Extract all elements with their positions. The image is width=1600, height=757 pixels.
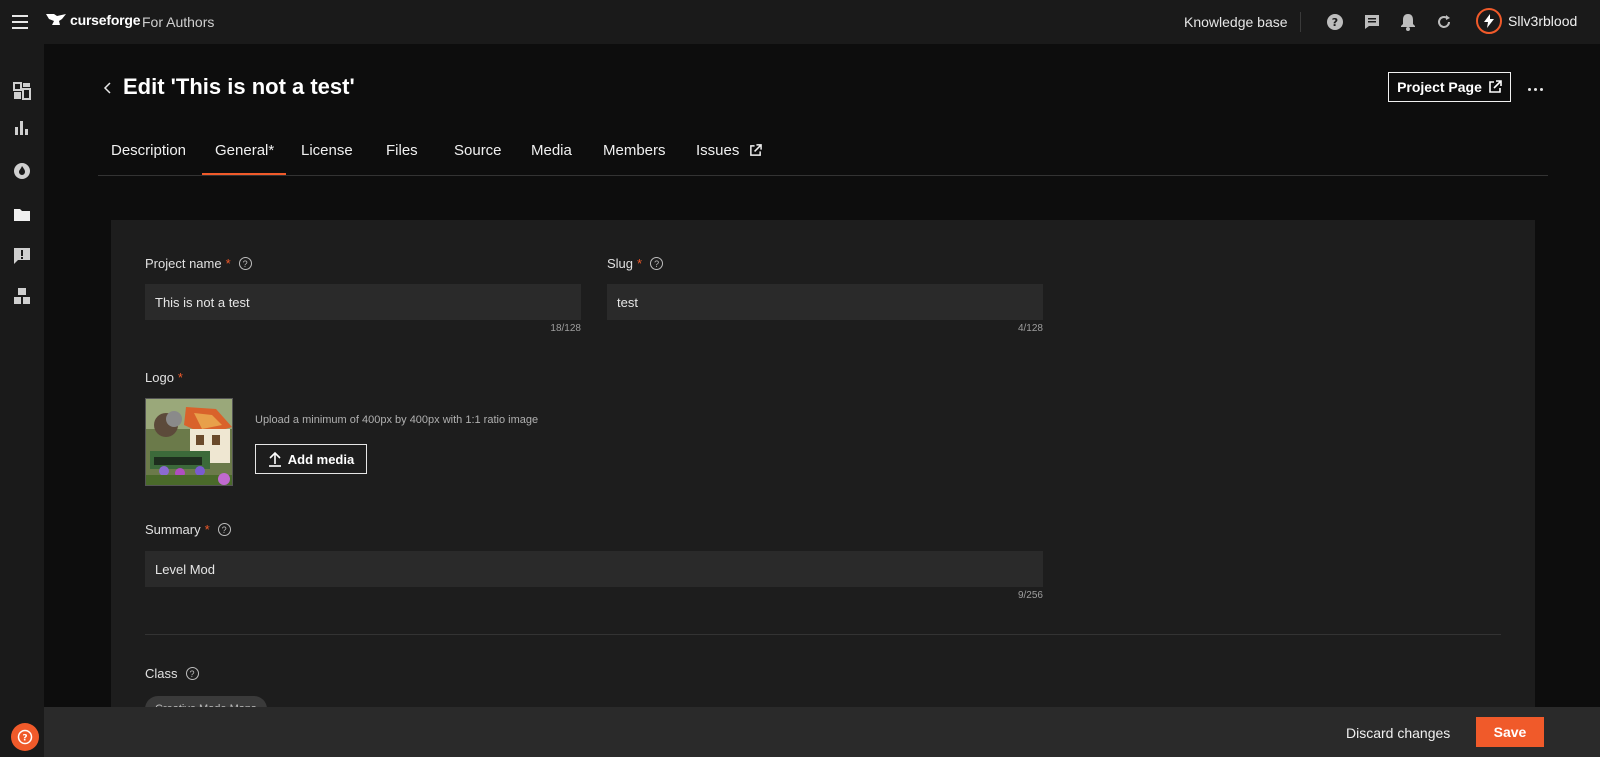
curseforge-logo-icon — [46, 14, 66, 25]
required-marker: * — [177, 370, 183, 385]
help-fab[interactable]: ? — [11, 723, 39, 751]
summary-label-text: Summary — [145, 522, 201, 537]
required-marker: * — [204, 522, 210, 537]
tab-license[interactable]: License — [301, 142, 353, 159]
logo-label-text: Logo — [145, 370, 174, 385]
summary-label: Summary * ? — [145, 522, 231, 537]
class-label-text: Class — [145, 666, 178, 681]
report-icon[interactable] — [12, 246, 32, 266]
blocks-icon[interactable] — [12, 286, 32, 306]
slug-label: Slug * ? — [607, 256, 664, 271]
slug-input[interactable] — [607, 284, 1043, 320]
chevron-left-icon — [103, 82, 111, 94]
tab-bar: Description General* License Files Sourc… — [98, 128, 1548, 176]
project-name-input[interactable] — [145, 284, 581, 320]
brand-subtitle: For Authors — [142, 14, 215, 30]
logo-image[interactable] — [145, 398, 233, 486]
help-icon[interactable]: ? — [217, 523, 231, 536]
menu-icon[interactable] — [12, 12, 32, 32]
question-icon: ? — [17, 729, 33, 745]
help-icon[interactable]: ? — [650, 257, 664, 270]
username: Sllv3rblood — [1508, 13, 1578, 29]
help-icon[interactable]: ? — [238, 257, 252, 270]
brand-name: curseforge — [70, 12, 141, 28]
summary-input[interactable] — [145, 551, 1043, 587]
brand[interactable]: curseforge — [46, 12, 141, 28]
logo-label: Logo * — [145, 370, 183, 385]
tab-files[interactable]: Files — [386, 142, 418, 159]
tab-general[interactable]: General* — [215, 142, 274, 159]
folder-icon[interactable] — [12, 205, 32, 225]
topbar-divider — [1300, 12, 1301, 32]
dashboard-icon[interactable] — [12, 81, 32, 101]
stats-icon[interactable] — [12, 118, 32, 138]
flame-icon[interactable] — [12, 161, 32, 181]
external-link-icon — [750, 144, 763, 156]
project-name-counter: 18/128 — [550, 323, 581, 334]
add-media-button[interactable]: Add media — [255, 444, 367, 474]
slug-label-text: Slug — [607, 256, 634, 271]
sidebar — [0, 44, 44, 757]
page-title: Edit 'This is not a test' — [123, 74, 355, 99]
external-link-icon — [1489, 80, 1502, 93]
avatar — [1476, 8, 1502, 34]
more-options-button[interactable] — [1524, 80, 1546, 98]
tab-description[interactable]: Description — [111, 142, 186, 159]
save-button[interactable]: Save — [1476, 717, 1544, 747]
user-menu[interactable]: Sllv3rblood — [1476, 8, 1577, 34]
general-form-panel: Project name* ? 18/128 Slug* ? 4/128 Log… — [111, 220, 1535, 757]
slug-counter: 4/128 — [1017, 323, 1043, 334]
add-media-label: Add media — [287, 451, 355, 467]
action-footer: Discard changes Save — [44, 707, 1600, 757]
svg-text:?: ? — [22, 734, 27, 744]
summary-counter: 9/256 — [1017, 590, 1043, 601]
discard-changes-button[interactable]: Discard changes — [1346, 725, 1450, 741]
project-page-button[interactable]: Project Page — [1388, 72, 1511, 102]
top-bar: curseforge For Authors Knowledge base ? … — [0, 0, 1600, 44]
tab-members[interactable]: Members — [603, 142, 666, 159]
class-label: Class ? — [145, 666, 199, 681]
required-marker: * — [225, 256, 231, 271]
messages-icon[interactable] — [1362, 12, 1382, 32]
project-name-label-text: Project name — [145, 256, 222, 271]
help-icon[interactable]: ? — [185, 667, 199, 680]
notifications-icon[interactable] — [1398, 12, 1418, 32]
help-icon[interactable]: ? — [1325, 12, 1345, 32]
upload-icon — [268, 451, 281, 467]
svg-text:?: ? — [1332, 16, 1338, 29]
tab-source[interactable]: Source — [454, 142, 502, 159]
tab-media[interactable]: Media — [531, 142, 572, 159]
knowledge-base-link[interactable]: Knowledge base — [1184, 14, 1288, 30]
project-page-label: Project Page — [1397, 79, 1482, 95]
active-tab-indicator — [202, 173, 286, 175]
refresh-icon[interactable] — [1434, 12, 1454, 32]
section-divider — [145, 634, 1501, 635]
project-name-label: Project name * ? — [145, 256, 252, 271]
lightning-icon — [1484, 14, 1494, 28]
back-button[interactable] — [100, 78, 116, 98]
required-marker: * — [637, 256, 643, 271]
tab-issues-label: Issues — [696, 142, 740, 159]
tab-issues[interactable]: Issues — [696, 142, 763, 159]
logo-upload-hint: Upload a minimum of 400px by 400px with … — [255, 414, 539, 426]
